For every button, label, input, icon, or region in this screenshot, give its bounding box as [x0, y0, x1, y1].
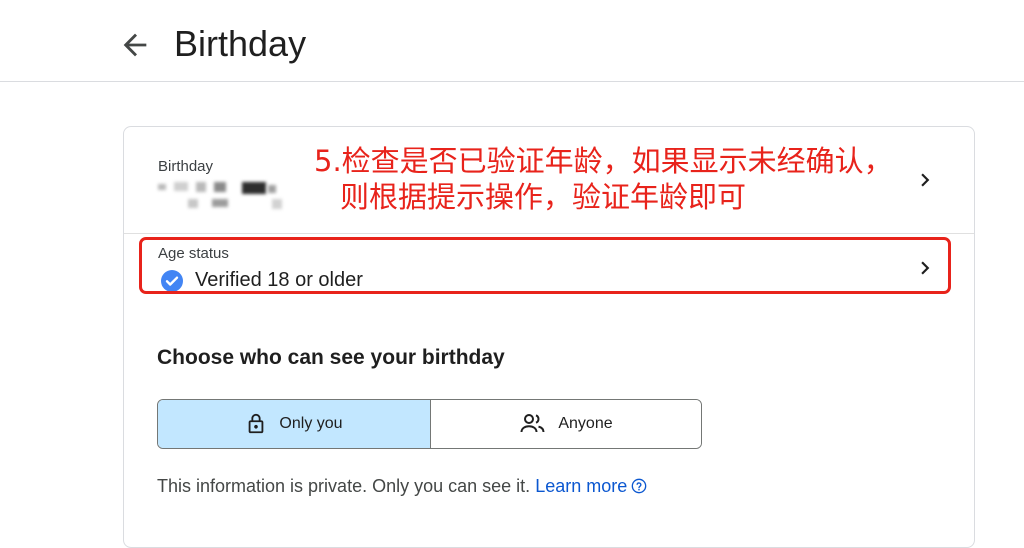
privacy-info-text: This information is private. Only you ca…: [157, 476, 531, 496]
only-you-option[interactable]: Only you: [158, 400, 431, 448]
annotation-line-1: 5.检查是否已验证年龄，如果显示未经确认，: [314, 144, 893, 178]
anyone-option[interactable]: Anyone: [431, 400, 701, 448]
page-title: Birthday: [174, 23, 307, 64]
visibility-section-title: Choose who can see your birthday: [157, 346, 505, 369]
back-button[interactable]: [118, 28, 152, 62]
learn-more-link[interactable]: Learn more: [535, 476, 627, 496]
only-you-label: Only you: [279, 415, 343, 432]
annotation-text: 5.检查是否已验证年龄，如果显示未经确认， 则根据提示操作，验证年龄即可: [314, 143, 974, 215]
anyone-label: Anyone: [558, 415, 613, 432]
lock-icon: [249, 413, 264, 434]
age-status-label: Age status: [158, 245, 229, 262]
visibility-segmented-control: Only you Anyone: [157, 399, 702, 449]
birthday-label: Birthday: [158, 158, 214, 175]
verified-check-icon: [161, 270, 183, 292]
people-icon: [520, 414, 545, 433]
age-status-row[interactable]: Age status Verified 18 or older: [124, 237, 974, 303]
privacy-info: This information is private. Only you ca…: [157, 476, 647, 497]
age-status-value: Verified 18 or older: [195, 269, 363, 291]
page-header: Birthday: [0, 0, 1024, 82]
chevron-right-icon: [921, 261, 930, 275]
arrow-left-icon: [123, 33, 147, 57]
annotation-line-2: 则根据提示操作，验证年龄即可: [340, 180, 747, 214]
help-circle-icon[interactable]: [631, 478, 647, 494]
